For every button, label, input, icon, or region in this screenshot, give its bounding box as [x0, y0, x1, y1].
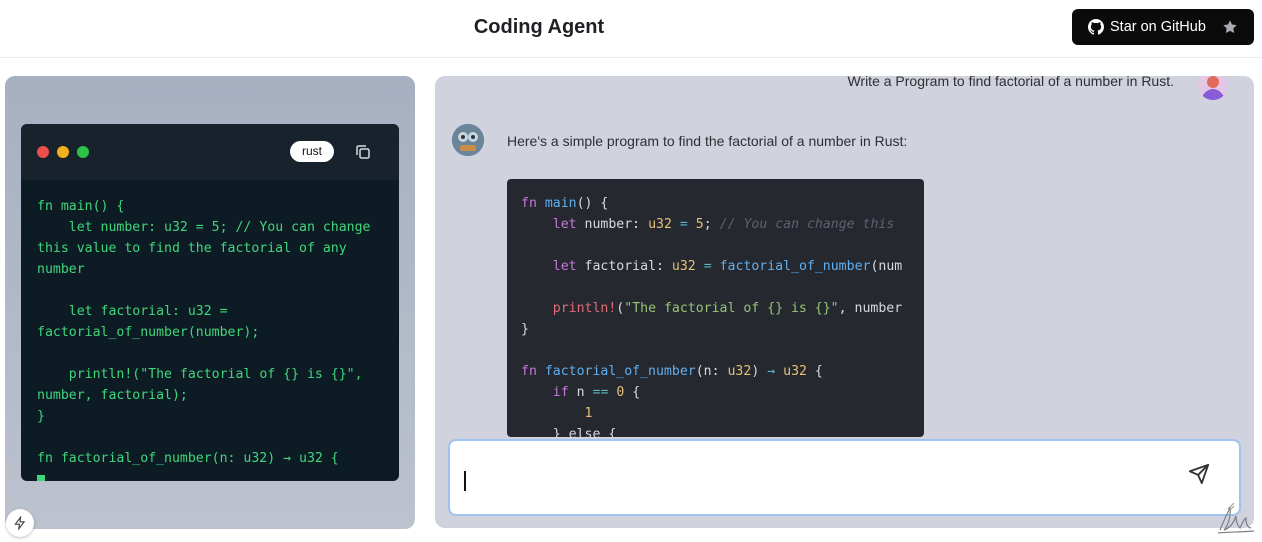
chat-input-box[interactable]	[448, 439, 1241, 516]
assistant-avatar	[452, 124, 484, 156]
chat-panel: Write a Program to find factorial of a n…	[435, 76, 1254, 528]
bolt-button[interactable]	[6, 509, 34, 537]
user-message: Write a Program to find factorial of a n…	[847, 76, 1174, 89]
language-badge: rust	[290, 141, 334, 162]
user-avatar	[1198, 76, 1228, 100]
text-caret	[464, 471, 466, 491]
copy-icon[interactable]	[354, 143, 372, 161]
app-title: Coding Agent	[473, 16, 605, 38]
terminal-cursor	[37, 475, 45, 481]
assistant-code-block: fn main() { let number: u32 = 5; // You …	[507, 179, 924, 437]
chat-input[interactable]	[462, 465, 1162, 495]
app-header: Coding Agent Star on GitHub	[0, 0, 1262, 58]
code-preview-panel: rust fn main() { let number: u32 = 5; //…	[5, 76, 415, 529]
assistant-code: fn main() { let number: u32 = 5; // You …	[521, 196, 903, 437]
bolt-icon	[14, 516, 26, 530]
preview-code-text: fn main() { let number: u32 = 5; // You …	[37, 199, 371, 466]
assistant-message: Here's a simple program to find the fact…	[507, 133, 908, 149]
code-editor-window: rust fn main() { let number: u32 = 5; //…	[21, 124, 399, 481]
window-minimize-dot	[57, 146, 69, 158]
editor-titlebar: rust	[21, 124, 399, 180]
github-button-label: Star on GitHub	[1110, 19, 1206, 35]
preview-code: fn main() { let number: u32 = 5; // You …	[21, 180, 399, 481]
send-icon[interactable]	[1188, 463, 1210, 485]
signature-watermark	[1217, 505, 1255, 534]
window-close-dot	[37, 146, 49, 158]
star-icon	[1223, 20, 1237, 34]
github-icon	[1088, 19, 1104, 35]
window-maximize-dot	[77, 146, 89, 158]
star-on-github-button[interactable]: Star on GitHub	[1072, 9, 1254, 45]
